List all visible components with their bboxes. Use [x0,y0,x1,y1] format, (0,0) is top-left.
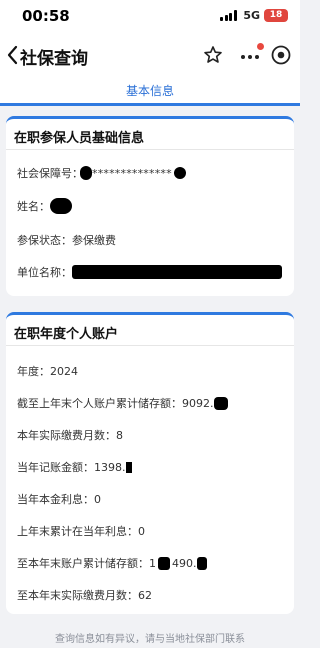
field-value: 62 [138,588,152,602]
redaction-mark [50,198,72,214]
nav-bar: 社保查询 [0,34,300,76]
field-value: 1 [149,556,156,570]
field-label: 参保状态： [17,234,72,247]
tab-underline [0,103,300,106]
target-icon [271,45,291,65]
field-row-ssn: 社会保障号： ************** [17,165,186,181]
page-title: 社保查询 [20,49,88,69]
card-title: 在职参保人员基础信息 [14,131,145,146]
field-value: ************** [92,166,172,180]
field-value: 1 [94,460,101,474]
signal-icon [220,10,238,21]
field-label: 至本年末实际缴费月数： [17,589,138,602]
field-row-total-months: 至本年末实际缴费月数： 62 [17,587,152,603]
field-value: 8 [116,428,123,442]
field-label: 上年末累计在当年利息： [17,525,138,538]
field-row-status: 参保状态： 参保缴费 [17,232,116,248]
redaction-mark [158,556,170,570]
field-label: 社会保障号： [17,167,83,180]
message-button[interactable] [239,43,264,65]
card-title: 在职年度个人账户 [14,327,119,342]
redaction-mark [80,166,92,180]
field-label: 年度： [17,365,50,378]
field-value: 参保缴费 [72,234,116,247]
status-indicators: 5G 18 [220,9,288,22]
field-value-tail: 092. [189,396,214,410]
footer-note: 查询信息如有异议，请与当地社保部门联系 [55,634,245,645]
basic-info-card: 在职参保人员基础信息 社会保障号： ************** 姓名： 参保状… [6,116,294,296]
tab-bar: 基本信息 [0,76,300,106]
redaction-mark [125,461,132,473]
field-row-year: 年度： 2024 [17,363,78,379]
redaction-mark [196,556,207,570]
redaction-mark [213,396,228,410]
field-label: 本年实际缴费月数： [17,429,116,442]
field-label: 单位名称： [17,266,72,279]
close-miniapp-button[interactable] [270,44,292,66]
field-row-paid-months: 本年实际缴费月数： 8 [17,427,123,443]
field-label: 当年记账金额： [17,461,94,474]
status-bar: 00:58 5G 18 [0,0,300,34]
field-row-prev-interest: 上年末累计在当年利息： 0 [17,523,145,539]
notification-dot [257,43,264,50]
redaction-mark [173,167,186,179]
field-label: 当年本金利息： [17,493,94,506]
field-value: 2024 [50,364,78,378]
field-row-name: 姓名： [17,198,72,214]
status-time: 00:58 [22,7,70,25]
battery-icon: 18 [264,9,288,22]
field-row-employer: 单位名称： [17,264,282,280]
divider [6,345,294,346]
field-label: 截至上年末个人账户累计储存额： [17,397,182,410]
field-label: 至本年末账户累计储存额： [17,557,149,570]
field-value: 0 [138,524,145,538]
divider [6,149,294,150]
field-label: 姓名： [17,200,50,213]
field-row-credited: 当年记账金额： 1 398. [17,459,132,475]
star-icon [204,46,222,63]
field-value: 9 [182,396,189,410]
field-row-prev-balance: 截至上年末个人账户累计储存额： 9 092. [17,395,228,411]
field-row-interest: 当年本金利息： 0 [17,491,101,507]
field-row-year-end-balance: 至本年末账户累计储存额： 1 490. [17,555,207,571]
tab-basic-info[interactable]: 基本信息 [126,84,174,98]
favorite-button[interactable] [203,45,223,65]
network-type: 5G [243,9,260,22]
annual-account-card: 在职年度个人账户 年度： 2024 截至上年末个人账户累计储存额： 9 092.… [6,312,294,614]
field-value-tail: 490. [172,556,197,570]
field-value: 0 [94,492,101,506]
redaction-mark [72,265,282,279]
field-value-tail: 398. [101,460,126,474]
